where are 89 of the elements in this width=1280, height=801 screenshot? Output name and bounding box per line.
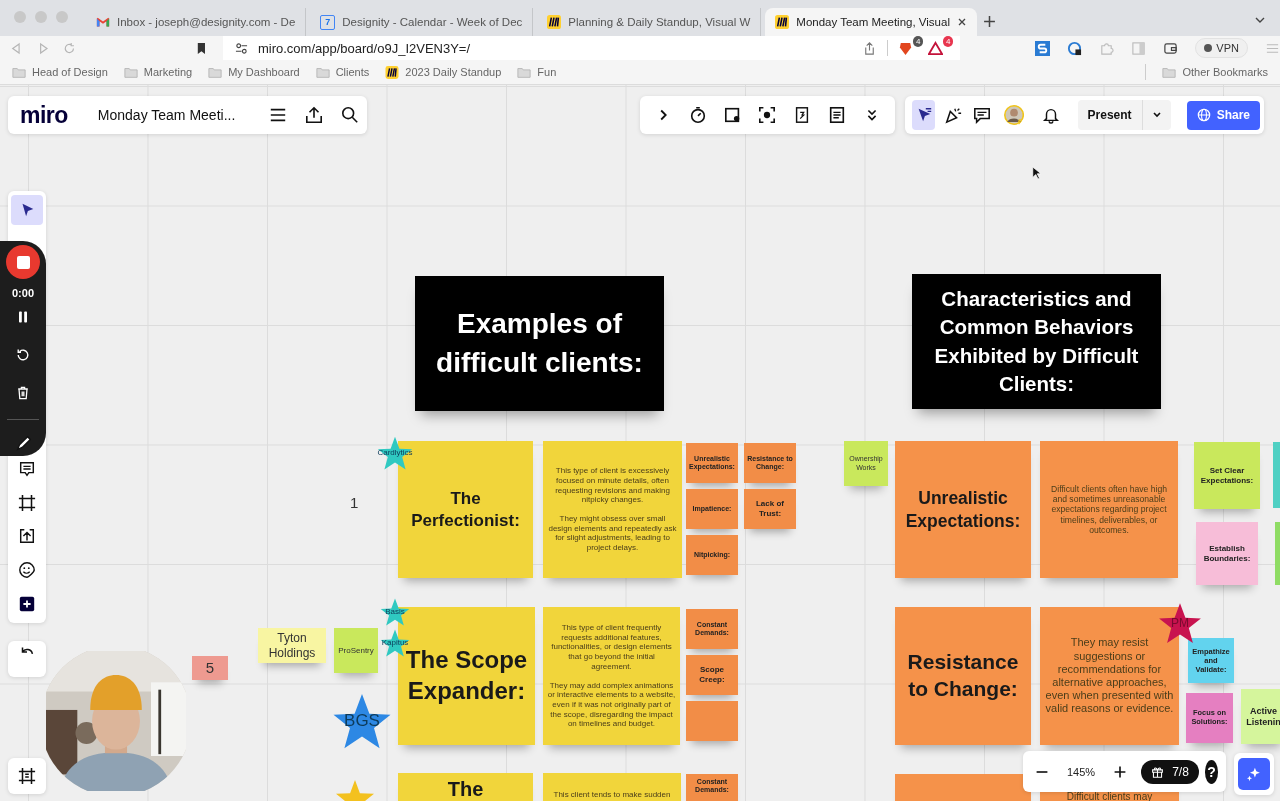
bookmark-item[interactable]: My Dashboard <box>208 65 300 79</box>
folder-icon <box>1162 65 1177 79</box>
sticky-note: Establish Boundaries: <box>1196 522 1258 585</box>
calendar-icon: 7 <box>320 14 336 30</box>
pages-button[interactable]: 7/8 <box>1141 759 1199 784</box>
caret-icon <box>1151 110 1162 120</box>
sticky-note: Resistance to Change: <box>895 607 1031 745</box>
select-tool[interactable] <box>11 195 43 225</box>
bookmark-item[interactable]: 2023 Daily Standup <box>385 65 502 79</box>
sticky-note: ProSentry <box>334 628 378 673</box>
restart-icon[interactable] <box>15 347 31 363</box>
sticky-note: This client tends to make sudden <box>543 773 681 801</box>
sticky-note: 5 <box>192 656 228 680</box>
wallet-icon[interactable] <box>1163 40 1179 56</box>
sticky-note: This type of client frequently requests additional features, functionalities, or design elements that go beyond the initial agreement. They may add complex animations or interactive elements to a website, even if it was not originally part of the scope, disregarding the impact on timelines and budget. <box>543 607 680 745</box>
cursor-tool[interactable] <box>912 100 936 130</box>
s-logo-icon[interactable] <box>1035 40 1051 56</box>
sticky-note: This type of client is excessively focused on minute details, often requesting revisions and making nitpicky changes. They might obsess over small design elements and repeatedly ask for slight adjustments, leading to project delays. <box>543 441 682 578</box>
comment-icon <box>18 459 36 478</box>
focus-icon[interactable] <box>758 106 777 124</box>
frames-icon[interactable] <box>18 767 36 785</box>
bookmark-item[interactable]: Fun <box>517 65 557 79</box>
bookmark-icon[interactable] <box>196 41 207 55</box>
site-settings-icon[interactable] <box>235 41 248 55</box>
close-icon[interactable] <box>956 17 967 27</box>
board-icon <box>775 15 790 29</box>
star-label: Kapitus <box>381 637 409 649</box>
share-button[interactable]: Share <box>1186 100 1260 130</box>
upload-icon <box>18 527 36 546</box>
card-icon[interactable] <box>723 106 742 124</box>
star-label: Basis <box>385 606 405 618</box>
pen-icon[interactable] <box>15 434 33 452</box>
extension-badge: 4 <box>912 36 924 47</box>
bookmark-item[interactable]: Other Bookmarks <box>1162 65 1268 79</box>
ai-button[interactable] <box>1238 758 1270 790</box>
bookmark-item[interactable]: Clients <box>315 65 370 79</box>
canvas-text: 1 <box>350 494 359 511</box>
plus-icon <box>18 595 36 614</box>
trash-icon[interactable] <box>15 385 31 401</box>
heading-card: Characteristics and Common Behaviors Exhibited by Difficult Clients: <box>912 274 1161 409</box>
new-tab-icon[interactable] <box>982 15 996 28</box>
star-label: PM <box>1171 617 1189 629</box>
upload-icon[interactable] <box>305 106 324 124</box>
logo[interactable]: miro <box>20 101 68 129</box>
folder-icon <box>12 65 26 79</box>
stop-recording-button[interactable] <box>6 245 40 279</box>
gift-icon <box>1151 765 1165 778</box>
board-title[interactable]: Monday Team Meeti... <box>97 107 236 123</box>
board-canvas[interactable] <box>0 85 1280 801</box>
mouse-pointer-icon <box>1032 166 1041 180</box>
lock-extension-icon[interactable] <box>1067 40 1083 56</box>
sticky-note: Difficult clients often have high and sometimes unreasonable expectations regarding project timelines, deliverables, or outcomes. <box>1040 441 1178 578</box>
extension-badge: 4 <box>942 36 954 47</box>
vpn-button[interactable]: VPN <box>1195 38 1248 58</box>
folder-icon <box>208 65 223 79</box>
bookmark-item[interactable]: Head of Design <box>12 65 108 79</box>
globe-icon <box>1196 108 1211 122</box>
search-icon[interactable] <box>341 106 360 124</box>
board-icon <box>547 15 562 29</box>
heading-card: Examples of difficult clients: <box>415 276 664 411</box>
folder-icon <box>123 65 138 79</box>
bell-icon[interactable] <box>1041 106 1060 124</box>
comment-icon <box>972 106 991 124</box>
board-icon <box>385 65 400 79</box>
avatar[interactable] <box>1003 102 1024 128</box>
help-button[interactable]: ? <box>1204 759 1218 784</box>
timer-icon[interactable] <box>689 106 708 124</box>
folder-icon <box>517 65 532 79</box>
sticky-note: Lack of Trust: <box>744 489 796 529</box>
notes-icon[interactable] <box>827 106 846 124</box>
sticky-note: Set Clear Expectations: <box>1194 442 1260 509</box>
mail-icon <box>96 15 110 29</box>
menu-icon[interactable] <box>269 106 288 124</box>
recording-time: 0:00 <box>12 287 34 299</box>
url-text: miro.com/app/board/o9J_I2VEN3Y=/ <box>258 40 471 56</box>
sticky-note: Tyton Holdings <box>258 628 326 663</box>
frame-icon <box>18 493 36 512</box>
folder-icon <box>315 65 330 79</box>
browser-tab[interactable]: Monday Team Meeting, Visual <box>765 8 977 36</box>
address-bar[interactable]: miro.com/app/board/o9J_I2VEN3Y=/ 4 4 <box>223 36 961 60</box>
sticker-icon <box>18 561 36 580</box>
star-shape <box>380 597 410 627</box>
sticky-note: The <box>398 773 533 801</box>
sticky-note: Active Listenin <box>1241 689 1280 744</box>
bookmark-item[interactable]: Marketing <box>123 65 193 79</box>
sticky-note: Unrealistic Expectations: <box>895 441 1031 578</box>
sticky-note: Scope Creep: <box>686 655 738 695</box>
star-label: BGS <box>344 715 380 727</box>
party-popper-icon <box>943 106 962 124</box>
